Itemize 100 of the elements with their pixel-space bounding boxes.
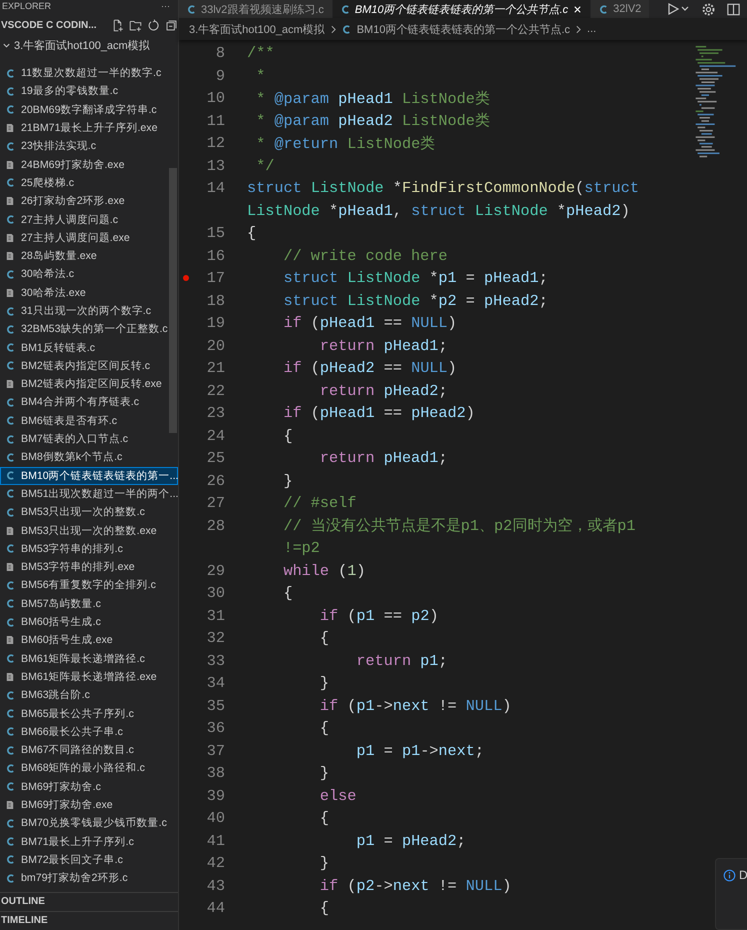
file-item[interactable]: BM2链表内指定区间反转.exe — [0, 375, 178, 394]
collapse-all-icon[interactable] — [165, 18, 178, 32]
file-item[interactable]: 32BM53缺失的第一个正整数.c — [0, 320, 178, 338]
c-file-icon — [6, 488, 15, 500]
file-item[interactable]: BM61矩阵最长递增路径.c — [0, 650, 178, 668]
file-item[interactable]: BM53只出现一次的整数.exe — [0, 521, 178, 540]
code-line: } — [318, 854, 330, 872]
file-item[interactable]: BM70兑换零钱最少钱币数量.c — [0, 814, 178, 832]
c-file-icon — [6, 854, 15, 866]
file-item[interactable]: BM60括号生成.exe — [0, 631, 178, 650]
editor-tab[interactable]: 32lV2 — [591, 0, 650, 18]
file-item[interactable]: BM56有重复数字的全排列.c — [0, 576, 178, 595]
code-line: { — [318, 629, 330, 648]
editor-tab[interactable]: BM10两个链表链表链表的第一个公共节点.c — [332, 0, 592, 18]
file-item[interactable]: BM2链表内指定区间反转.c — [0, 356, 178, 376]
file-item[interactable]: 25爬楼梯.c — [0, 174, 178, 192]
split-editor-icon[interactable] — [726, 2, 741, 16]
code-line: * @return ListNode类 — [255, 134, 436, 154]
file-item[interactable]: BM69打家劫舍.c — [0, 778, 178, 796]
file-item[interactable]: 31只出现一次的两个数字.c — [0, 302, 178, 320]
file-item[interactable]: BM10两个链表链表链表的第一... — [0, 466, 178, 485]
c-file-icon — [6, 506, 15, 518]
new-folder-icon[interactable] — [129, 18, 142, 32]
file-item[interactable]: 30哈希法.c — [0, 265, 178, 284]
file-item[interactable]: BM69打家劫舍.exe — [0, 796, 178, 814]
file-icon — [6, 635, 14, 646]
file-item[interactable]: BM71最长上升子序列.c — [0, 832, 178, 851]
file-item[interactable]: BM7链表的入口节点.c — [0, 430, 178, 448]
file-item[interactable]: 27主持人调度问题.c — [0, 210, 178, 229]
folder-item[interactable]: 3.牛客面试hot100_acm模拟 — [0, 36, 178, 54]
line-number: 32 — [206, 629, 225, 648]
file-item[interactable]: 11数显次数超过一半的数字.c — [0, 64, 178, 82]
file-icon — [6, 232, 14, 243]
line-number: 29 — [206, 562, 225, 580]
settings-icon[interactable] — [701, 2, 716, 16]
file-item[interactable]: BM51出现次数超过一半的两个... — [0, 484, 178, 504]
more-actions-button[interactable]: ··· — [161, 0, 170, 12]
file-item[interactable]: BM63跳台阶.c — [0, 686, 178, 704]
code-line: p1 = pHead2; — [355, 832, 466, 850]
file-item[interactable]: 27主持人调度问题.exe — [0, 228, 178, 247]
file-item[interactable]: 24BM69打家劫舍.exe — [0, 155, 178, 174]
file-icon — [6, 251, 14, 262]
file-item[interactable]: 20BM69数字翻译成字符串.c — [0, 100, 178, 119]
line-number: 20 — [206, 336, 225, 355]
file-item[interactable]: BM4合并两个有序链表.c — [0, 393, 178, 412]
info-icon — [723, 869, 736, 882]
file-icon — [6, 123, 14, 134]
run-icon[interactable] — [667, 2, 691, 16]
c-file-icon — [6, 214, 15, 226]
file-item[interactable]: BM67不同路径的数目.c — [0, 740, 178, 760]
file-item[interactable]: BM60括号生成.c — [0, 612, 178, 632]
workspace-title[interactable]: VSCODE C CODIN... — [1, 20, 106, 30]
code-line: return pHead2; — [318, 382, 448, 400]
line-number: 43 — [206, 876, 225, 895]
file-item[interactable]: BM53只出现一次的整数.c — [0, 503, 178, 522]
file-item[interactable]: BM53字符串的排列.exe — [0, 558, 178, 576]
line-number: 18 — [206, 292, 225, 310]
panel-header[interactable]: TIMELINE — [0, 911, 178, 930]
line-number: 38 — [206, 764, 225, 782]
breakpoint-dot[interactable] — [183, 275, 189, 282]
file-item[interactable]: BM6链表是否有环.c — [0, 412, 178, 430]
file-item[interactable]: 21BM71最长上升子序列.exe — [0, 118, 178, 138]
new-file-icon[interactable] — [111, 18, 124, 32]
c-file-icon — [342, 24, 351, 34]
file-item[interactable]: BM1反转链表.c — [0, 338, 178, 357]
breadcrumb-more[interactable]: ... — [587, 23, 596, 35]
breadcrumb-file[interactable]: BM10两个链表链表链表的第一个公共节点.c — [356, 22, 570, 36]
code-line: !=p2 — [282, 539, 320, 558]
file-item[interactable]: 28岛屿数量.exe — [0, 246, 178, 266]
code-line: * @param pHead2 ListNode类 — [255, 111, 490, 132]
file-item[interactable]: BM72最长回文子串.c — [0, 850, 178, 870]
file-item[interactable]: BM68矩阵的最小路径和.c — [0, 759, 178, 778]
line-number: 12 — [206, 134, 225, 152]
explorer-title: EXPLORER — [2, 0, 52, 12]
editor-tab[interactable]: 33lv2跟着视频速刷练习.c — [179, 0, 333, 18]
file-item[interactable]: bm79打家劫舍2环形.c — [0, 869, 178, 888]
file-item[interactable]: 23快排法实现.c — [0, 137, 178, 156]
c-file-icon — [6, 872, 15, 884]
code-line: while (1) — [282, 562, 366, 580]
c-file-icon — [6, 818, 15, 829]
file-item[interactable]: BM61矩阵最长递增路径.exe — [0, 668, 178, 686]
close-icon[interactable] — [573, 4, 582, 14]
c-file-icon — [6, 268, 15, 280]
code-line: struct ListNode *p1 = pHead1; — [282, 269, 548, 288]
file-item[interactable]: BM53字符串的排列.c — [0, 540, 178, 558]
scrollbar[interactable] — [169, 168, 177, 433]
file-icon — [6, 800, 14, 810]
file-item[interactable]: BM57岛屿数量.c — [0, 594, 178, 613]
c-file-icon — [6, 342, 15, 354]
breadcrumb-folder[interactable]: 3.牛客面试hot100_acm模拟 — [189, 22, 325, 36]
file-item[interactable]: 26打家劫舍2环形.exe — [0, 192, 178, 210]
panel-header[interactable]: OUTLINE — [0, 892, 178, 911]
file-item[interactable]: 19最多的零钱数量.c — [0, 82, 178, 101]
file-item[interactable]: BM65最长公共子序列.c — [0, 704, 178, 723]
file-icon — [6, 672, 14, 682]
file-item[interactable]: 30哈希法.exe — [0, 284, 178, 302]
file-item[interactable]: BM66最长公共子串.c — [0, 722, 178, 741]
line-number: 39 — [206, 786, 225, 805]
file-item[interactable]: BM8倒数第k个节点.c — [0, 448, 178, 467]
refresh-icon[interactable] — [147, 18, 160, 32]
